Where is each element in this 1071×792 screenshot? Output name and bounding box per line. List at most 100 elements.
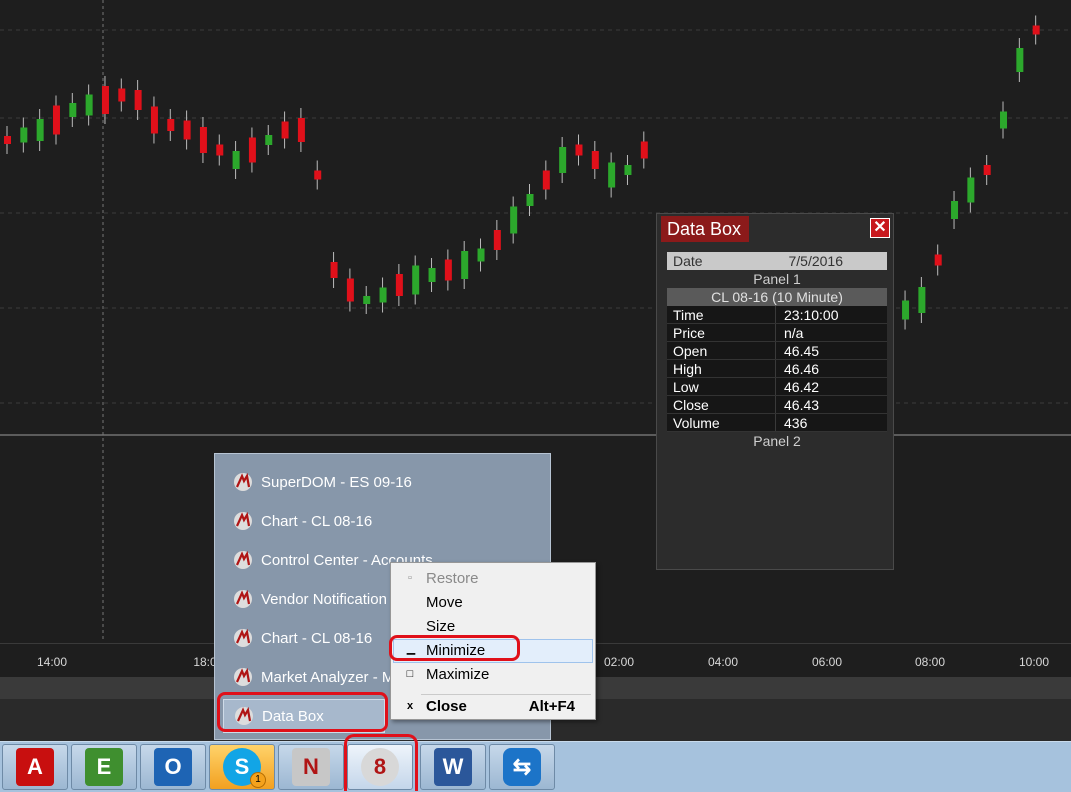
table-row: Close 46.43 (667, 396, 887, 414)
candle-body (951, 201, 959, 219)
candle-body (624, 165, 632, 175)
close-icon[interactable]: ✕ (870, 218, 890, 238)
candle-body (36, 119, 44, 141)
date-label: Date (673, 253, 703, 269)
candle-body (395, 274, 403, 296)
candle-body (134, 90, 142, 110)
ninjatrader-icon (234, 511, 252, 530)
jump-list-item[interactable]: SuperDOM - ES 09-16 (233, 469, 412, 495)
row-value: 46.42 (775, 378, 887, 395)
menu-item-maximize[interactable]: □ Maximize (393, 663, 593, 687)
row-value: 23:10:00 (775, 306, 887, 323)
taskbar-button-evernote[interactable]: E (71, 744, 137, 790)
table-row: Low 46.42 (667, 378, 887, 396)
candle-body (477, 248, 485, 262)
candle-body (1016, 48, 1024, 72)
row-value: 46.43 (775, 396, 887, 413)
row-label: Price (673, 325, 705, 341)
candle-body (232, 151, 240, 169)
time-label: 02:00 (603, 655, 635, 669)
close-icon: x (406, 700, 414, 712)
candle-body (542, 170, 550, 190)
jump-list-label: Market Analyzer - M (261, 668, 395, 686)
panel-header: Panel 1 (667, 270, 887, 288)
menu-item-close[interactable]: x Close Alt+F4 (393, 695, 593, 719)
candle-body (428, 268, 436, 282)
candle-body (1000, 111, 1008, 129)
taskbar-button-word[interactable]: W (420, 744, 486, 790)
taskbar-button-adobe-reader[interactable]: A (2, 744, 68, 790)
candle-body (101, 86, 109, 114)
taskbar-button-ninjatrader-7[interactable]: N (278, 744, 344, 790)
candle-body (297, 118, 305, 142)
candle-body (918, 287, 926, 313)
row-value: 46.46 (775, 360, 887, 377)
ninjatrader-icon (234, 628, 252, 647)
notification-badge: 1 (250, 772, 266, 788)
date-value: 7/5/2016 (788, 253, 844, 269)
annotation-highlight-data-box (217, 692, 388, 732)
candle-body (608, 162, 616, 188)
jump-list-label: SuperDOM - ES 09-16 (261, 473, 412, 491)
time-label: 14:00 (36, 655, 68, 669)
candle-body (314, 170, 322, 180)
time-label: 06:00 (811, 655, 843, 669)
candle-body (216, 144, 224, 156)
candle-body (20, 127, 28, 143)
data-box-title: Data Box (661, 216, 749, 242)
time-label: 04:00 (707, 655, 739, 669)
instrument-header: CL 08-16 (10 Minute) (667, 288, 887, 306)
candle-body (983, 165, 991, 175)
jump-list-label: Chart - CL 08-16 (261, 629, 373, 647)
candle-body (575, 144, 583, 156)
evernote-icon: E (85, 748, 123, 786)
row-value: 436 (775, 414, 887, 431)
data-box-window[interactable]: Data Box ✕ Date 7/5/2016 Panel 1 CL 08-1… (656, 213, 894, 570)
candle-body (640, 141, 648, 159)
candle-body (150, 106, 158, 134)
menu-item-restore[interactable]: ▫ Restore (393, 567, 593, 591)
candle-body (967, 177, 975, 203)
data-box-table: Date 7/5/2016 Panel 1 CL 08-16 (10 Minut… (667, 252, 887, 450)
candle-body (52, 105, 60, 135)
candle-body (379, 287, 387, 303)
row-label: Volume (673, 415, 720, 431)
ninjatrader-7-icon: N (292, 748, 330, 786)
candle-body (444, 259, 452, 281)
jump-list-item[interactable]: Chart - CL 08-16 (233, 625, 372, 651)
table-row: Open 46.45 (667, 342, 887, 360)
ninjatrader-icon (234, 667, 252, 686)
row-label: Open (673, 343, 708, 359)
candle-body (1032, 25, 1040, 35)
candle-body (167, 119, 175, 131)
jump-list-item[interactable]: Market Analyzer - M (233, 664, 394, 690)
candle-body (591, 151, 599, 169)
candle-body (248, 137, 256, 163)
candle-body (363, 296, 371, 304)
menu-item-label: Move (426, 594, 463, 611)
menu-item-move[interactable]: Move (393, 591, 593, 615)
jump-list-item[interactable]: Vendor Notification (233, 586, 387, 612)
taskbar-button-skype[interactable]: S 1 (209, 744, 275, 790)
table-row: Price n/a (667, 324, 887, 342)
candle-body (510, 206, 518, 234)
windows-taskbar: A E O S 1 N 8 W ⇆ (0, 741, 1071, 792)
table-row: High 46.46 (667, 360, 887, 378)
taskbar-button-outlook[interactable]: O (140, 744, 206, 790)
menu-item-label: Size (426, 618, 456, 635)
maximize-icon: □ (406, 668, 414, 680)
menu-item-label: Restore (426, 570, 479, 587)
candle-body (85, 94, 93, 116)
time-label: 10:00 (1018, 655, 1050, 669)
candle-body (330, 262, 338, 278)
jump-list-label: Chart - CL 08-16 (261, 512, 373, 530)
candle-body (412, 265, 420, 295)
candle-body (493, 230, 501, 250)
candle-body (4, 136, 11, 144)
candle-body (346, 278, 354, 302)
time-label: 08:00 (914, 655, 946, 669)
taskbar-button-teamviewer[interactable]: ⇆ (489, 744, 555, 790)
jump-list-label: Vendor Notification (261, 590, 387, 608)
jump-list-item[interactable]: Chart - CL 08-16 (233, 508, 372, 534)
date-row: Date 7/5/2016 (667, 252, 887, 270)
